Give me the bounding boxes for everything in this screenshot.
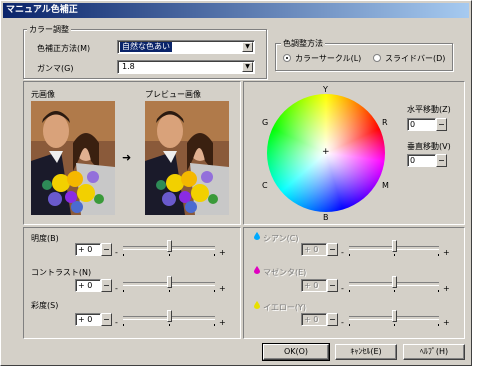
- yellow-spinner: + 0: [301, 313, 339, 326]
- slider-minus: -: [341, 318, 344, 327]
- preview-image-label: プレビュー画像: [145, 90, 201, 99]
- vertical-move-label: 垂直移動(V): [407, 142, 451, 151]
- gamma-label: ガンマ(G): [37, 64, 74, 73]
- preview-image: [145, 101, 229, 215]
- arrow-right-icon: ➜: [122, 151, 132, 164]
- saturation-slider[interactable]: [123, 310, 215, 328]
- radio-slide-bar[interactable]: [373, 54, 381, 62]
- magenta-label: マゼンタ(E): [263, 268, 307, 277]
- chevron-down-icon[interactable]: ▼: [242, 42, 253, 52]
- radio-color-circle[interactable]: [283, 54, 291, 62]
- help-button[interactable]: ﾍﾙﾌﾟ(H): [403, 344, 465, 360]
- gamma-select-value: 1.8: [122, 62, 135, 71]
- wheel-label-m: M: [382, 181, 389, 190]
- spinner-updown-icon[interactable]: [101, 243, 112, 256]
- contrast-spinner[interactable]: + 0: [75, 279, 113, 292]
- adjust-method-group-label: 色調整方法: [281, 38, 325, 49]
- spinner-updown-icon[interactable]: [436, 118, 447, 131]
- radio-color-circle-label[interactable]: カラーサークル(L): [295, 53, 361, 64]
- horizontal-move-input[interactable]: 0: [407, 118, 436, 131]
- slider-thumb[interactable]: [167, 310, 172, 322]
- cyan-label: シアン(C): [263, 234, 299, 243]
- slider-plus: +: [443, 248, 450, 257]
- wheel-label-r: R: [382, 118, 388, 127]
- spinner-updown-icon[interactable]: [101, 279, 112, 292]
- brightness-slider[interactable]: [123, 240, 215, 258]
- cyan-input: + 0: [301, 243, 327, 256]
- yellow-label: イエロー(Y): [263, 303, 307, 312]
- ok-button[interactable]: OK(O): [262, 343, 330, 361]
- window-title: マニュアル色補正: [3, 3, 469, 18]
- slider-plus: +: [443, 284, 450, 293]
- method-select-value: 自然な色あい: [120, 42, 172, 52]
- spinner-updown-icon[interactable]: [436, 154, 447, 167]
- wheel-label-y: Y: [323, 85, 328, 94]
- brightness-input[interactable]: + 0: [75, 243, 101, 256]
- slider-plus: +: [443, 318, 450, 327]
- yellow-input: + 0: [301, 313, 327, 326]
- slider-thumb: [392, 240, 397, 252]
- wheel-label-g: G: [262, 118, 269, 127]
- slider-thumb: [392, 276, 397, 288]
- contrast-input[interactable]: + 0: [75, 279, 101, 292]
- magenta-spinner: + 0: [301, 279, 339, 292]
- saturation-label: 彩度(S): [31, 301, 59, 310]
- slider-minus: -: [341, 248, 344, 257]
- color-adjust-group-label: カラー調整: [27, 24, 71, 35]
- magenta-slider: [349, 276, 439, 294]
- slider-minus: -: [115, 318, 118, 327]
- slider-plus: +: [219, 284, 226, 293]
- cancel-button[interactable]: ｷｬﾝｾﾙ(E): [335, 344, 397, 360]
- slider-plus: +: [219, 248, 226, 257]
- brightness-spinner[interactable]: + 0: [75, 243, 113, 256]
- cyan-drop-icon: [254, 232, 260, 240]
- contrast-label: コントラスト(N): [31, 268, 92, 277]
- vertical-move-input[interactable]: 0: [407, 154, 436, 167]
- magenta-input: + 0: [301, 279, 327, 292]
- saturation-input[interactable]: + 0: [75, 313, 101, 326]
- slider-minus: -: [341, 284, 344, 293]
- slider-plus: +: [219, 318, 226, 327]
- spinner-updown-icon: [327, 313, 338, 326]
- dialog-window: マニュアル色補正 カラー調整 色補正方法(M) 自然な色あい ▼ ガンマ(G) …: [0, 0, 472, 366]
- radio-slide-bar-label[interactable]: スライドバー(D): [385, 53, 445, 64]
- horizontal-move-spinner[interactable]: 0: [407, 118, 447, 131]
- cyan-slider: [349, 240, 439, 258]
- magenta-drop-icon: [254, 266, 260, 274]
- method-label: 色補正方法(M): [37, 44, 91, 53]
- slider-thumb: [392, 310, 397, 322]
- saturation-spinner[interactable]: + 0: [75, 313, 113, 326]
- color-wheel-center-cross: +: [322, 147, 330, 157]
- slider-minus: -: [115, 284, 118, 293]
- horizontal-move-label: 水平移動(Z): [407, 105, 451, 114]
- original-image: [31, 101, 115, 215]
- spinner-updown-icon: [327, 243, 338, 256]
- spinner-updown-icon[interactable]: [101, 313, 112, 326]
- slider-thumb[interactable]: [167, 276, 172, 288]
- spinner-updown-icon: [327, 279, 338, 292]
- slider-thumb[interactable]: [167, 240, 172, 252]
- chevron-down-icon[interactable]: ▼: [242, 62, 253, 72]
- cyan-spinner: + 0: [301, 243, 339, 256]
- yellow-drop-icon: [254, 301, 260, 309]
- wheel-label-c: C: [262, 181, 268, 190]
- vertical-move-spinner[interactable]: 0: [407, 154, 447, 167]
- method-select[interactable]: 自然な色あい ▼: [117, 40, 255, 54]
- contrast-slider[interactable]: [123, 276, 215, 294]
- original-image-label: 元画像: [31, 90, 55, 99]
- yellow-slider: [349, 310, 439, 328]
- wheel-label-b: B: [323, 213, 329, 222]
- brightness-label: 明度(B): [31, 234, 59, 243]
- slider-minus: -: [115, 248, 118, 257]
- gamma-select[interactable]: 1.8 ▼: [117, 60, 255, 74]
